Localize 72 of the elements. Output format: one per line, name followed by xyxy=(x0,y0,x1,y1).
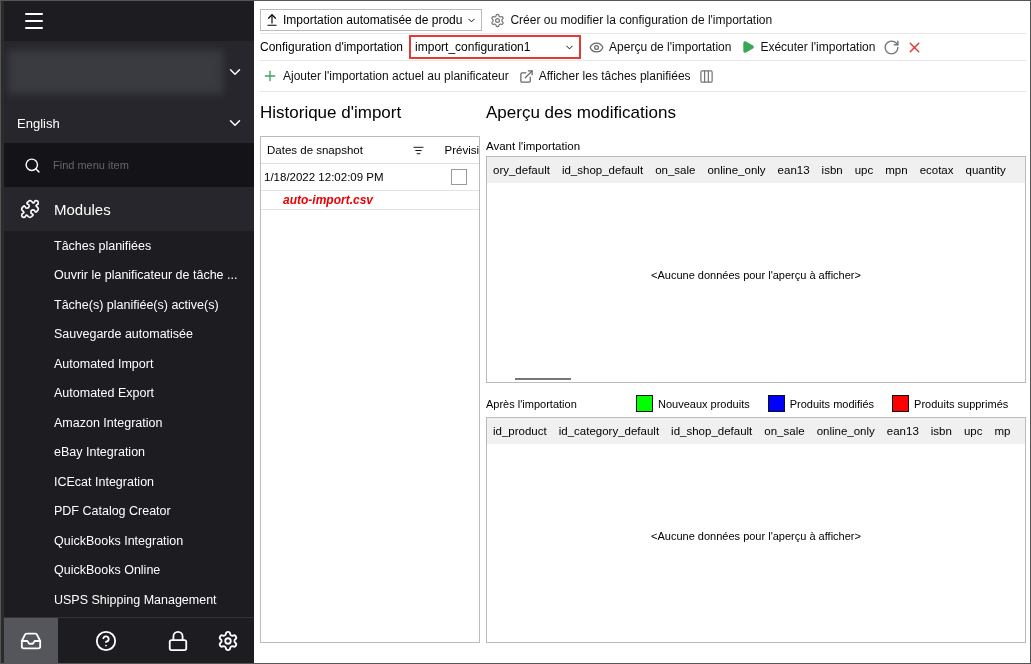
column-header[interactable]: Dates de snapshot xyxy=(261,144,413,156)
legend-label: Produits supprimés xyxy=(914,397,1009,410)
menu-item[interactable]: Amazon Integration xyxy=(4,408,254,438)
history-title: Historique d'import xyxy=(260,102,403,124)
column-header[interactable]: quantity xyxy=(959,164,1012,176)
refresh-icon[interactable] xyxy=(883,38,901,56)
search-icon xyxy=(24,156,41,174)
language-select[interactable]: English xyxy=(4,103,254,143)
file-name: auto-import.csv xyxy=(282,193,373,207)
column-header[interactable]: online_only xyxy=(810,424,881,437)
configure-button[interactable]: Créer ou modifier la configuration de l'importation xyxy=(488,12,775,28)
puzzle-icon xyxy=(20,199,40,219)
inbox-button[interactable] xyxy=(4,618,58,663)
module-select[interactable]: Importation automatisée de produ xyxy=(260,9,483,31)
preview-title: Aperçu des modifications xyxy=(486,102,677,124)
column-header[interactable]: on_sale xyxy=(758,424,811,437)
run-button[interactable]: Exécuter l'importation xyxy=(739,40,878,54)
column-header[interactable]: id_category_default xyxy=(552,424,666,437)
column-header[interactable]: Prévisi xyxy=(438,144,479,156)
legend-label: Nouveaux produits xyxy=(658,397,750,410)
add-button[interactable]: Ajouter l'importation actuel au planificateur xyxy=(260,68,511,84)
preview-checkbox[interactable] xyxy=(451,169,467,185)
snapshot-date[interactable]: 1/18/2022 12:02:09 PM xyxy=(261,171,384,183)
menu-item[interactable]: ICEcat Integration xyxy=(4,467,254,497)
external-link-icon xyxy=(518,68,534,84)
column-header[interactable]: upc xyxy=(957,424,989,437)
config-label: Configuration d'importation xyxy=(260,40,404,54)
play-icon xyxy=(741,40,756,54)
after-label: Après l'importation xyxy=(486,397,578,410)
column-header[interactable]: isbn xyxy=(815,164,849,176)
column-header[interactable]: ecotax xyxy=(913,164,960,176)
column-header[interactable]: id_shop_default xyxy=(665,424,759,437)
empty-message: <Aucune données pour l'aperçu à afficher> xyxy=(650,269,862,282)
legend-label: Produits modifiés xyxy=(789,397,875,410)
menu-item[interactable]: QuickBooks Online xyxy=(4,555,254,585)
plus-icon xyxy=(262,68,278,84)
column-header[interactable]: mpn xyxy=(879,164,914,176)
column-header[interactable]: isbn xyxy=(924,424,958,437)
column-header[interactable]: id_shop_default xyxy=(555,164,650,176)
column-header[interactable]: ory_default xyxy=(487,164,556,176)
column-header[interactable]: online_only xyxy=(701,164,772,176)
column-header[interactable]: mp xyxy=(988,424,1017,437)
column-header[interactable]: id_product xyxy=(487,424,553,437)
menu-item[interactable]: Automated Import xyxy=(4,349,254,379)
import-icon xyxy=(265,13,279,27)
show-tasks-button[interactable]: Afficher les tâches planifiées xyxy=(516,68,693,84)
column-header[interactable]: ean13 xyxy=(880,424,925,437)
menu-item[interactable]: QuickBooks Integration xyxy=(4,526,254,556)
columns-icon[interactable] xyxy=(698,68,714,84)
column-header[interactable]: on_sale xyxy=(649,164,702,176)
menu-item[interactable]: Ouvrir le planificateur de tâche ... xyxy=(4,260,254,290)
settings-icon xyxy=(217,629,239,652)
eye-icon xyxy=(589,39,605,55)
empty-message: <Aucune données pour l'aperçu à afficher> xyxy=(650,529,862,542)
menu-item[interactable]: PDF Catalog Creator xyxy=(4,496,254,526)
preview-button[interactable]: Aperçu de l'importation xyxy=(587,39,734,55)
column-header[interactable]: ean13 xyxy=(771,164,816,176)
scrollbar[interactable] xyxy=(515,377,571,380)
menu-item[interactable]: Tâches planifiées xyxy=(4,231,254,261)
menu-item[interactable]: eBay Integration xyxy=(4,437,254,467)
menu-item[interactable]: Sauvegarde automatisée xyxy=(4,319,254,349)
config-select[interactable]: import_configuration1 xyxy=(409,35,582,59)
menu-item[interactable]: Tâche(s) planifiée(s) active(s) xyxy=(4,290,254,320)
sort-icon[interactable] xyxy=(413,144,424,156)
menu-item[interactable]: USPS Shipping Management xyxy=(4,585,254,615)
before-label: Avant l'importation xyxy=(486,139,582,154)
lock-icon xyxy=(167,629,189,652)
menu-item[interactable]: Automated Export xyxy=(4,378,254,408)
gear-icon xyxy=(490,12,506,28)
column-header[interactable]: upc xyxy=(848,164,880,176)
modules-section[interactable]: Modules xyxy=(4,187,254,231)
help-icon xyxy=(94,629,117,652)
